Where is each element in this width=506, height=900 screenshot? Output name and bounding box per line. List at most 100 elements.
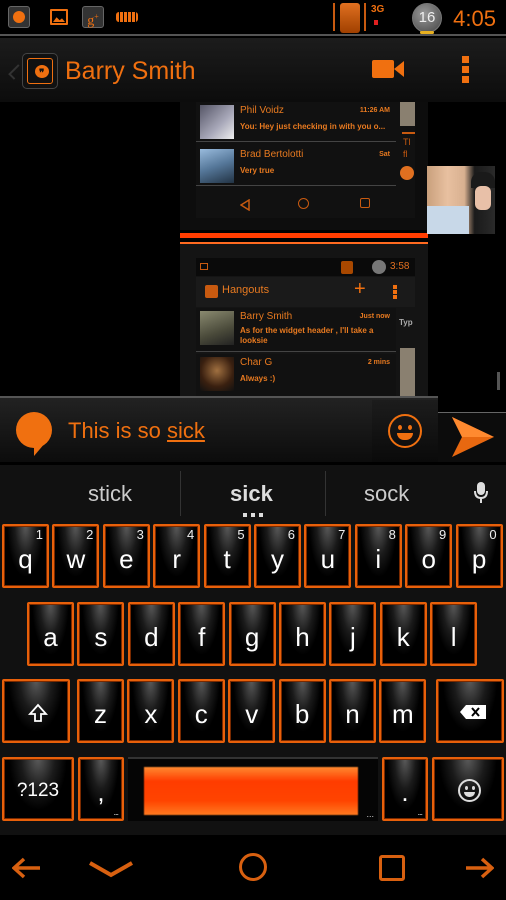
key-o[interactable]: o9 xyxy=(405,524,453,588)
emoji-button[interactable] xyxy=(388,414,422,448)
suggestion-stick[interactable]: stick xyxy=(88,481,132,507)
overflow-menu-icon[interactable] xyxy=(462,56,470,86)
key-x[interactable]: x xyxy=(127,679,175,743)
key-j[interactable]: j xyxy=(329,602,377,666)
home-icon[interactable] xyxy=(239,853,267,881)
key-hint: 2 xyxy=(86,527,94,542)
send-button[interactable] xyxy=(438,412,506,462)
scrollbar[interactable] xyxy=(497,372,500,390)
gallery-notification-icon xyxy=(50,9,68,25)
home-icon xyxy=(298,198,309,209)
phone-vibrate-icon xyxy=(340,3,360,33)
key-label: w xyxy=(66,544,86,574)
key-v[interactable]: v xyxy=(228,679,276,743)
key-label: q xyxy=(18,544,33,574)
hide-keyboard-icon[interactable] xyxy=(88,857,134,884)
message-snippet: Very true xyxy=(240,166,275,175)
key-n[interactable]: n xyxy=(329,679,376,743)
more-suggestions-dots[interactable] xyxy=(243,513,263,517)
suggestion-sock[interactable]: sock xyxy=(364,481,409,507)
symbols-key[interactable]: ?123 xyxy=(2,757,74,821)
key-label: m xyxy=(392,699,414,729)
hangouts-bubble-icon xyxy=(15,412,53,461)
suggestion-sick[interactable]: sick xyxy=(230,481,273,507)
list-item: Phil Voidz 11:26 AM You: Hey just checki… xyxy=(196,102,396,142)
smiley-icon xyxy=(458,779,481,802)
key-hint: 0 xyxy=(489,527,497,542)
key-hint: 9 xyxy=(438,527,447,542)
key-l[interactable]: l xyxy=(430,602,478,666)
key-hint: 4 xyxy=(186,527,195,542)
delete-key[interactable] xyxy=(436,679,504,743)
key-label: b xyxy=(294,699,310,729)
key-y[interactable]: y6 xyxy=(254,524,301,588)
list-item: Char G 2 mins Always :) xyxy=(196,354,396,398)
period-key[interactable]: . ... xyxy=(382,757,428,821)
key-label: s xyxy=(94,622,108,652)
key-label: t xyxy=(223,544,231,574)
battery-indicator xyxy=(420,31,434,34)
keyboard-notification-icon xyxy=(116,12,138,22)
key-p[interactable]: p0 xyxy=(455,524,503,588)
key-s[interactable]: s xyxy=(77,602,125,666)
space-bar[interactable]: ... xyxy=(128,757,378,821)
key-label: g xyxy=(244,622,260,652)
key-c[interactable]: c xyxy=(177,679,225,743)
key-z[interactable]: z xyxy=(77,679,124,743)
message-snippet: Always :) xyxy=(240,374,276,383)
conversation-title: Barry Smith xyxy=(65,57,196,85)
key-label: e xyxy=(119,544,134,574)
key-f[interactable]: f xyxy=(178,602,226,666)
key-hint: 1 xyxy=(35,527,43,542)
mini-action-bar: Hangouts + xyxy=(196,277,415,307)
hangouts-notification-icon xyxy=(8,6,30,28)
shift-key[interactable] xyxy=(2,679,70,743)
left-arrow-icon[interactable] xyxy=(11,857,42,884)
key-t[interactable]: t5 xyxy=(203,524,251,588)
key-hint: 3 xyxy=(136,527,144,542)
google-plus-notification-icon: g+ xyxy=(82,6,104,29)
key-d[interactable]: d xyxy=(127,602,175,666)
key-label: o xyxy=(421,544,436,574)
key-k[interactable]: k xyxy=(379,602,427,666)
hangouts-app-icon[interactable]: ❞ xyxy=(22,53,58,89)
shared-image-1[interactable]: Phil Voidz 11:26 AM You: Hey just checki… xyxy=(180,102,428,238)
recents-icon[interactable] xyxy=(379,855,405,881)
key-label: x xyxy=(144,699,158,729)
key-i[interactable]: i8 xyxy=(354,524,402,588)
key-h[interactable]: h xyxy=(279,602,326,666)
navigation-bar xyxy=(0,835,506,900)
right-arrow-icon[interactable] xyxy=(464,857,495,884)
key-m[interactable]: m xyxy=(379,679,427,743)
key-e[interactable]: e3 xyxy=(102,524,150,588)
contact-name: Char G xyxy=(240,357,273,368)
key-r[interactable]: r4 xyxy=(153,524,201,588)
key-label: i xyxy=(375,544,382,574)
message-input[interactable]: This is so sick xyxy=(68,418,205,444)
comma-key[interactable]: , ... xyxy=(78,757,124,821)
video-call-icon[interactable] xyxy=(372,58,406,85)
key-label: v xyxy=(245,699,259,729)
key-a[interactable]: a xyxy=(27,602,74,666)
shared-image-2[interactable]: 3:58 Hangouts + Barry Smith Just now As … xyxy=(180,242,428,398)
contact-photo xyxy=(200,149,234,183)
notification-count-badge: 16 xyxy=(412,3,442,33)
list-item: Brad Bertolotti Sat Very true xyxy=(196,146,396,186)
key-u[interactable]: u7 xyxy=(304,524,352,588)
key-w[interactable]: w2 xyxy=(52,524,100,588)
key-label: r xyxy=(172,544,182,574)
message-time: Just now xyxy=(359,313,390,320)
key-label: d xyxy=(144,622,159,652)
key-g[interactable]: g xyxy=(228,602,276,666)
clock: 4:05 xyxy=(453,6,496,31)
microphone-icon[interactable] xyxy=(474,482,488,509)
key-b[interactable]: b xyxy=(278,679,326,743)
emoji-key[interactable] xyxy=(432,757,504,821)
key-q[interactable]: q1 xyxy=(2,524,49,588)
key-label: k xyxy=(396,622,410,652)
contact-name: Phil Voidz xyxy=(240,105,284,116)
contact-avatar[interactable] xyxy=(427,166,495,234)
key-label: u xyxy=(320,544,336,574)
key-hint: 7 xyxy=(338,527,346,542)
key-label: p xyxy=(471,544,487,574)
